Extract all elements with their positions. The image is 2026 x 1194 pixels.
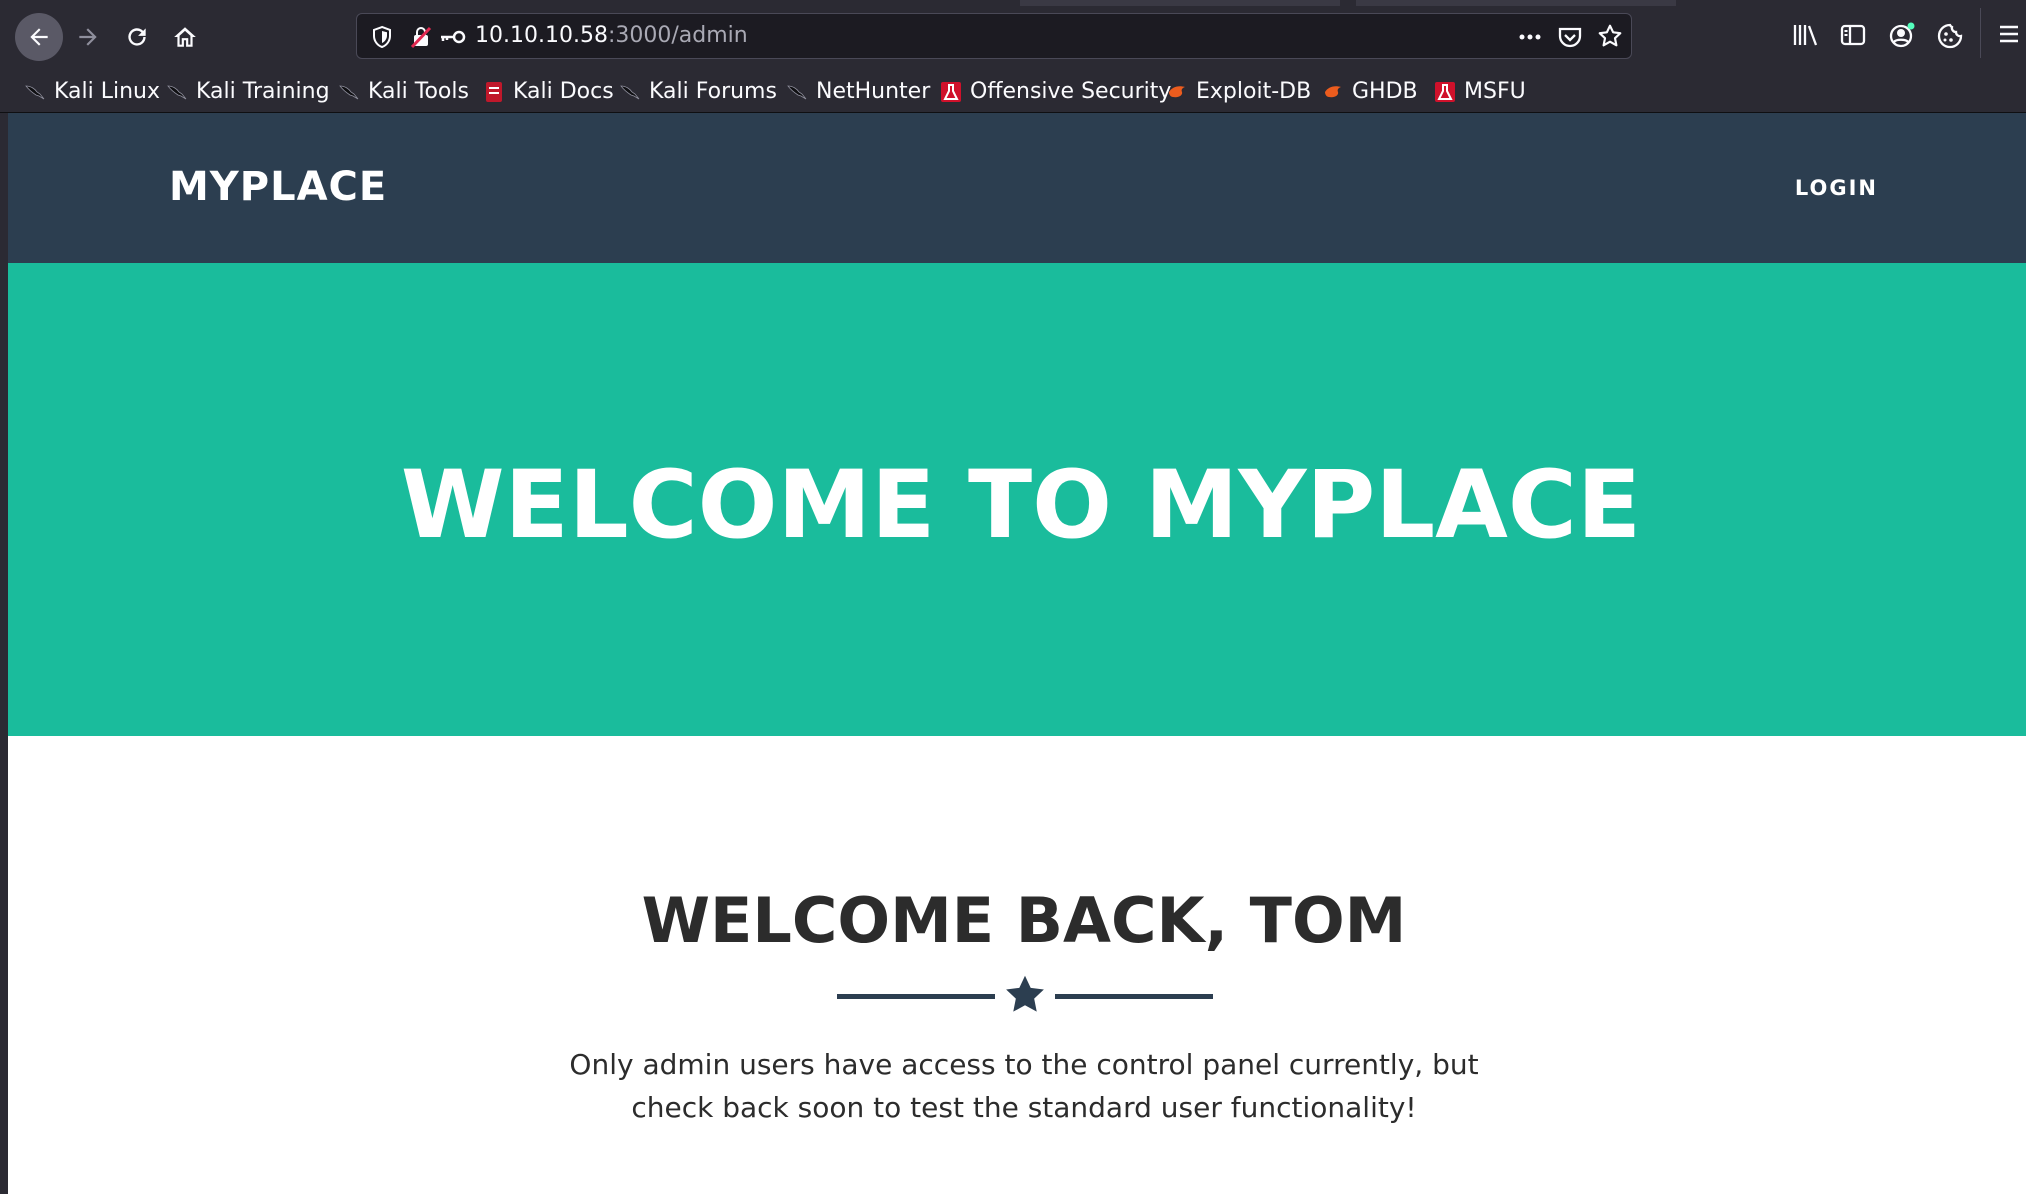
bookmark-ghdb[interactable]: GHDB	[1322, 77, 1418, 107]
browser-toolbar: 10.10.10.58:3000/admin	[0, 0, 2026, 73]
bookmarks-toolbar: Kali Linux Kali Training Kali Tools Kali…	[0, 73, 2026, 113]
bookmark-label: Exploit-DB	[1196, 79, 1312, 104]
url-path: :3000/admin	[607, 23, 748, 48]
bookmark-label: Kali Docs	[513, 79, 614, 104]
shield-icon[interactable]	[371, 25, 393, 53]
kali-dragon-icon	[339, 85, 359, 100]
bookmark-offensive-security[interactable]: Offensive Security	[940, 77, 1171, 107]
offsec-icon	[941, 82, 961, 102]
tab-strip-segment	[1020, 0, 1340, 6]
kali-dragon-icon	[620, 85, 640, 100]
kali-docs-icon	[486, 82, 502, 102]
bookmark-kali-tools[interactable]: Kali Tools	[338, 77, 469, 107]
info-line-1: Only admin users have access to the cont…	[569, 1048, 1479, 1081]
bookmark-label: NetHunter	[816, 79, 931, 104]
url-bar[interactable]: 10.10.10.58:3000/admin	[356, 13, 1632, 59]
main-content: WELCOME BACK, TOM Only admin users have …	[8, 736, 2026, 1194]
divider-line-left	[837, 994, 995, 999]
extension-cookie-icon[interactable]	[1936, 22, 1964, 54]
menu-icon[interactable]	[1998, 22, 2020, 50]
bookmark-label: Kali Training	[196, 79, 330, 104]
insecure-lock-icon[interactable]	[409, 25, 433, 53]
divider-line-right	[1055, 994, 1213, 999]
exploit-db-icon	[1169, 86, 1185, 98]
account-icon[interactable]	[1888, 22, 1916, 54]
arrow-right-icon	[79, 28, 97, 46]
back-button[interactable]	[15, 13, 63, 61]
home-button[interactable]	[161, 13, 209, 61]
bookmark-label: Kali Linux	[54, 79, 161, 104]
toolbar-separator	[1980, 8, 1981, 58]
bookmark-kali-training[interactable]: Kali Training	[166, 77, 330, 107]
url-text[interactable]: 10.10.10.58:3000/admin	[475, 23, 748, 49]
site-brand[interactable]: MYPLACE	[169, 163, 387, 211]
offsec-icon	[1435, 82, 1455, 102]
bookmark-kali-forums[interactable]: Kali Forums	[619, 77, 777, 107]
star-icon	[1003, 973, 1047, 1021]
hero-banner: WELCOME TO MYPLACE	[8, 263, 2026, 736]
login-link[interactable]: LOGIN	[1795, 175, 1878, 201]
bookmark-label: GHDB	[1352, 79, 1418, 104]
sidebar-icon[interactable]	[1840, 22, 1866, 52]
bookmark-label: Kali Forums	[649, 79, 777, 104]
pocket-icon[interactable]	[1557, 24, 1583, 54]
site-navbar: MYPLACE LOGIN	[8, 113, 2026, 263]
info-line-2: check back soon to test the standard use…	[631, 1091, 1417, 1124]
tab-strip-segment	[1356, 0, 1676, 6]
bookmark-kali-linux[interactable]: Kali Linux	[24, 77, 160, 107]
bookmark-label: Offensive Security	[970, 79, 1172, 104]
bookmark-label: Kali Tools	[368, 79, 469, 104]
forward-button[interactable]	[64, 13, 112, 61]
reload-button[interactable]	[113, 13, 161, 61]
reload-icon	[128, 28, 146, 46]
more-actions-icon[interactable]	[1517, 24, 1543, 54]
key-icon[interactable]	[439, 29, 467, 49]
kali-dragon-icon	[167, 85, 187, 100]
exploit-db-icon	[1325, 86, 1341, 98]
arrow-left-icon	[30, 28, 48, 46]
bookmark-label: MSFU	[1464, 79, 1526, 104]
kali-dragon-icon	[787, 85, 807, 100]
bookmark-kali-docs[interactable]: Kali Docs	[483, 77, 614, 107]
bookmark-star-icon[interactable]	[1597, 23, 1623, 53]
bookmark-msfu[interactable]: MSFU	[1434, 77, 1526, 107]
url-host: 10.10.10.58	[475, 23, 608, 48]
bookmark-exploit-db[interactable]: Exploit-DB	[1166, 77, 1311, 107]
library-icon[interactable]	[1792, 22, 1820, 52]
home-icon	[174, 27, 196, 47]
window-edge	[0, 113, 8, 1194]
hero-title: WELCOME TO MYPLACE	[400, 451, 1642, 560]
bookmark-nethunter[interactable]: NetHunter	[786, 77, 930, 107]
kali-dragon-icon	[25, 85, 45, 100]
welcome-heading: WELCOME BACK, TOM	[641, 884, 1407, 957]
info-paragraph: Only admin users have access to the cont…	[8, 1043, 2026, 1129]
